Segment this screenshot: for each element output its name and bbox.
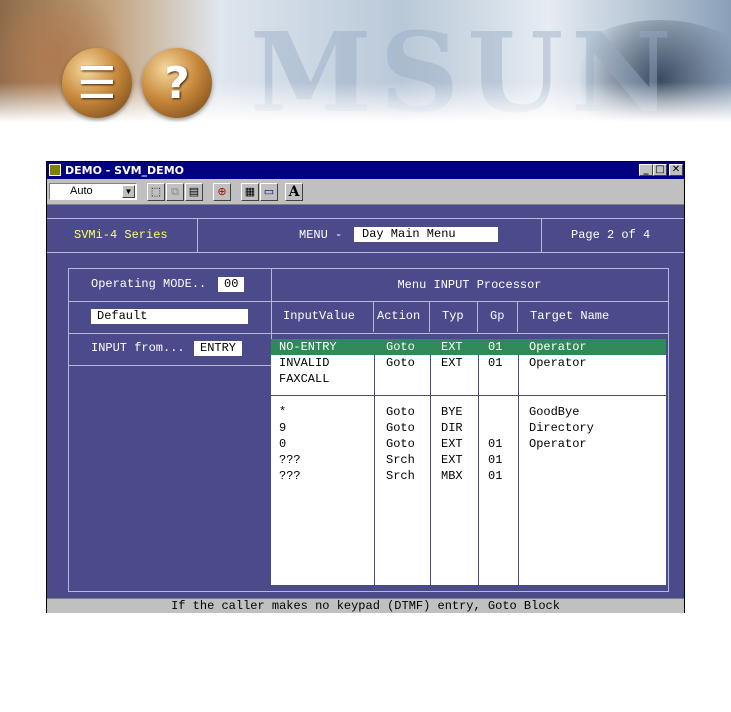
status-bar: If the caller makes no keypad (DTMF) ent… (47, 598, 684, 613)
app-window: DEMO - SVM_DEMO _ □ ✕ Auto ▼ ⬚ ⧉ ▤ ⊕ ▦ ▭… (46, 161, 685, 613)
zoom-select-value: Auto (70, 185, 93, 197)
maximize-button[interactable]: □ (653, 164, 667, 176)
help-icon-button[interactable]: ? (142, 48, 212, 118)
column-header-action: Action (374, 301, 430, 332)
properties-icon[interactable]: ▦ (241, 183, 259, 201)
cell-gp: 01 (488, 340, 503, 354)
table-row[interactable]: FAXCALL (271, 371, 666, 387)
cell-gp: 01 (488, 437, 503, 451)
input-from-row: INPUT from... ENTRY (69, 333, 271, 366)
cell-gp: 01 (488, 453, 503, 467)
default-row: Default (69, 301, 271, 334)
window-title: DEMO - SVM_DEMO (65, 164, 184, 177)
table-row[interactable]: * Goto BYE GoodBye (271, 404, 666, 420)
cell-target: Operator (529, 356, 587, 370)
column-header-gp: Gp (478, 301, 518, 332)
select-rect-icon[interactable]: ⬚ (147, 183, 165, 201)
close-button[interactable]: ✕ (669, 164, 683, 176)
cell-typ: EXT (441, 340, 463, 354)
table-row[interactable]: ??? Srch MBX 01 (271, 468, 666, 484)
menu-name-field[interactable]: Day Main Menu (354, 227, 498, 242)
cell-input: 9 (279, 421, 287, 435)
app-icon[interactable] (49, 164, 61, 176)
table-row[interactable]: NO-ENTRY Goto EXT 01 Operator (271, 339, 666, 355)
cell-typ: EXT (441, 453, 463, 467)
cell-target: Operator (529, 340, 587, 354)
default-field[interactable]: Default (91, 309, 248, 324)
processor-title: Menu INPUT Processor (271, 269, 668, 302)
cell-gp: 01 (488, 469, 503, 483)
cell-input: * (279, 405, 287, 419)
left-settings: Operating MODE.. 00 Default INPUT from..… (69, 269, 272, 366)
menu-panel: Operating MODE.. 00 Default INPUT from..… (68, 268, 669, 592)
chevron-down-icon[interactable]: ▼ (122, 185, 135, 198)
cell-input: NO-ENTRY (279, 340, 337, 354)
cell-typ: DIR (441, 421, 463, 435)
cell-action: Goto (386, 405, 415, 419)
column-headers: InputValue Action Typ Gp Target Name (271, 301, 668, 334)
cell-action: Goto (386, 421, 415, 435)
header-banner: MSUN ☰ ? (0, 0, 731, 122)
header-bar: SVMi-4 Series MENU - Day Main Menu Page … (47, 218, 684, 253)
input-table: NO-ENTRY Goto EXT 01 Operator INVALID Go… (271, 339, 666, 585)
operating-mode-row: Operating MODE.. 00 (69, 269, 271, 302)
section-divider (271, 395, 666, 396)
cell-target: Directory (529, 421, 594, 435)
operating-mode-field[interactable]: 00 (218, 277, 245, 292)
cell-action: Goto (386, 356, 415, 370)
minimize-button[interactable]: _ (639, 164, 653, 176)
table-row[interactable]: 9 Goto DIR Directory (271, 420, 666, 436)
cell-typ: BYE (441, 405, 463, 419)
font-button[interactable]: A (285, 183, 303, 201)
cell-action: Goto (386, 340, 415, 354)
zoom-select[interactable]: Auto ▼ (49, 183, 137, 200)
column-header-inputvalue: InputValue (271, 301, 374, 332)
cell-input: 0 (279, 437, 287, 451)
cell-typ: MBX (441, 469, 463, 483)
menu-label: MENU - (299, 228, 343, 242)
input-processor: Menu INPUT Processor InputValue Action T… (271, 269, 668, 591)
question-mark-icon: ? (164, 57, 190, 109)
page-indicator: Page 2 of 4 (571, 228, 651, 242)
cell-action: Srch (386, 469, 415, 483)
window-icon[interactable]: ▭ (260, 183, 278, 201)
operating-mode-label: Operating MODE.. (91, 277, 207, 291)
paste-icon[interactable]: ▤ (185, 183, 203, 201)
input-from-label: INPUT from... (91, 341, 185, 355)
cell-target: GoodBye (529, 405, 580, 419)
series-label: SVMi-4 Series (74, 228, 168, 242)
cell-gp: 01 (488, 356, 503, 370)
column-header-typ: Typ (430, 301, 478, 332)
menu-editor: SVMi-4 Series MENU - Day Main Menu Page … (47, 205, 684, 600)
target-icon[interactable]: ⊕ (213, 183, 231, 201)
divider (541, 219, 542, 252)
cell-input: FAXCALL (279, 372, 330, 386)
cell-typ: EXT (441, 437, 463, 451)
cell-input: ??? (279, 469, 301, 483)
cell-action: Goto (386, 437, 415, 451)
copy-icon[interactable]: ⧉ (166, 183, 184, 201)
title-bar[interactable]: DEMO - SVM_DEMO _ □ ✕ (47, 162, 684, 179)
cell-action: Srch (386, 453, 415, 467)
divider (197, 219, 198, 252)
toolbar: Auto ▼ ⬚ ⧉ ▤ ⊕ ▦ ▭ A (47, 180, 684, 205)
cell-typ: EXT (441, 356, 463, 370)
table-row[interactable]: ??? Srch EXT 01 (271, 452, 666, 468)
table-row[interactable]: 0 Goto EXT 01 Operator (271, 436, 666, 452)
document-icon: ☰ (77, 57, 117, 109)
cell-input: ??? (279, 453, 301, 467)
cell-target: Operator (529, 437, 587, 451)
input-from-field[interactable]: ENTRY (194, 341, 243, 356)
table-row[interactable]: INVALID Goto EXT 01 Operator (271, 355, 666, 371)
document-icon-button[interactable]: ☰ (62, 48, 132, 118)
cell-input: INVALID (279, 356, 330, 370)
column-header-target-name: Target Name (530, 309, 610, 323)
